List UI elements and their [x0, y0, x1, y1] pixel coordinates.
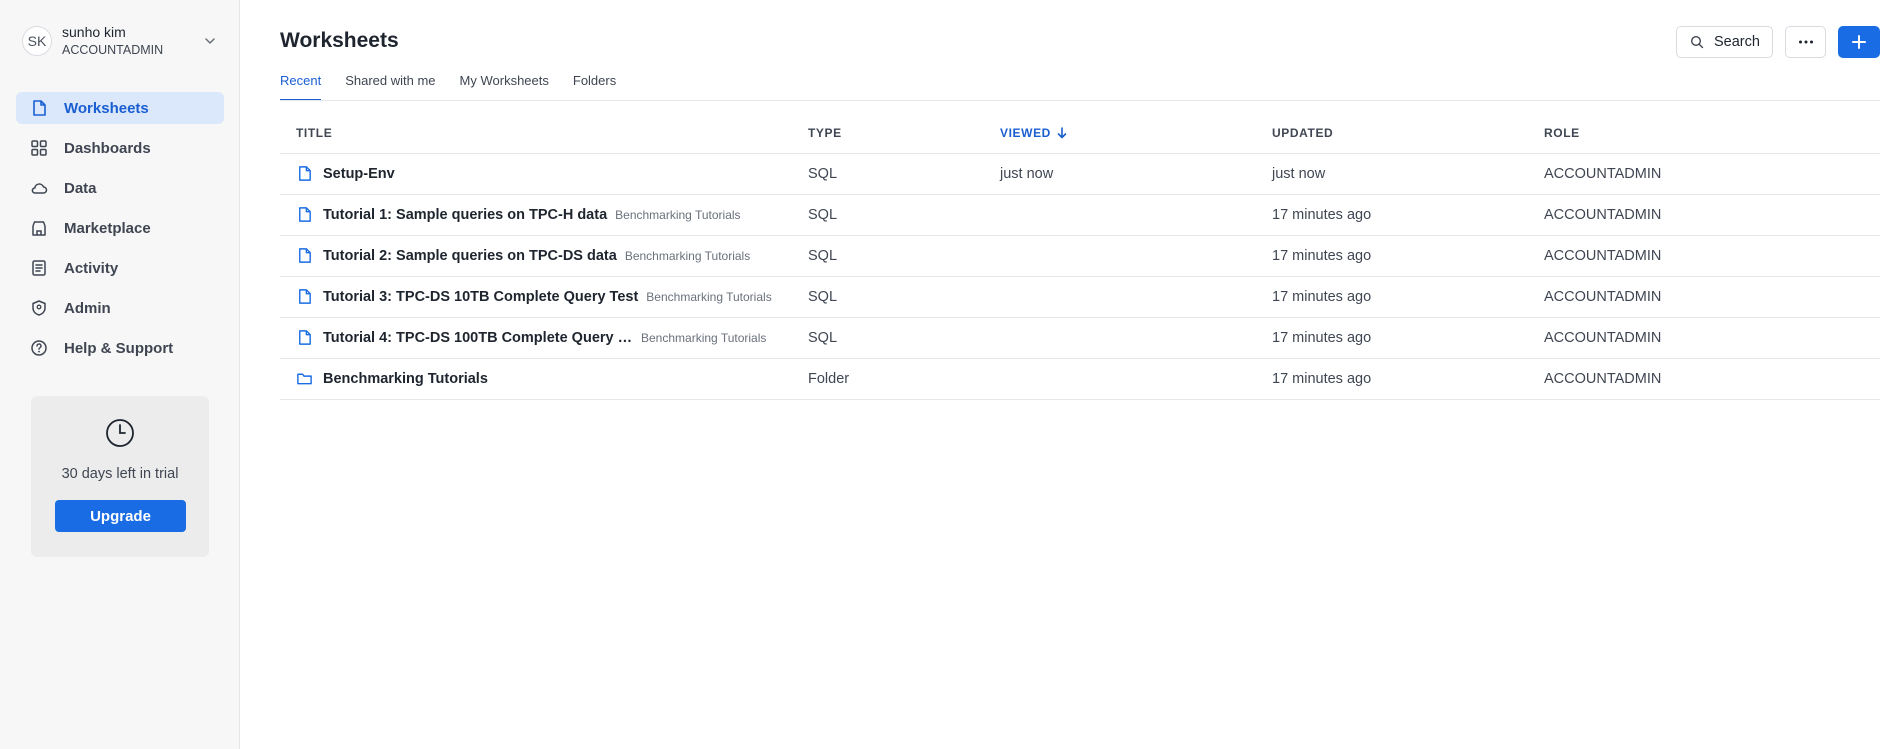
- trial-card: 30 days left in trial Upgrade: [31, 396, 209, 557]
- user-name: sunho kim: [62, 24, 126, 40]
- sidebar-item-activity[interactable]: Activity: [16, 252, 224, 284]
- row-role: ACCOUNTADMIN: [1544, 166, 1662, 182]
- table-row[interactable]: Benchmarking Tutorials Folder 17 minutes…: [280, 359, 1880, 400]
- folder-icon: [297, 373, 312, 385]
- row-folder-tag: Benchmarking Tutorials: [641, 330, 767, 345]
- row-role: ACCOUNTADMIN: [1544, 330, 1662, 346]
- row-title[interactable]: Tutorial 2: Sample queries on TPC-DS dat…: [323, 248, 617, 264]
- shield-icon: [30, 299, 48, 317]
- more-options-button[interactable]: [1785, 26, 1826, 58]
- user-menu[interactable]: SK sunho kim ACCOUNTADMIN: [22, 22, 222, 60]
- table-header: TITLE TYPE VIEWED UPDATED ROLE: [280, 112, 1880, 154]
- upgrade-button[interactable]: Upgrade: [55, 500, 186, 532]
- worksheet-tabs: Recent Shared with me My Worksheets Fold…: [280, 72, 640, 101]
- sidebar-item-help[interactable]: Help & Support: [16, 332, 224, 364]
- row-viewed: just now: [1000, 166, 1054, 182]
- row-type: Folder: [808, 371, 850, 387]
- table-row[interactable]: Tutorial 4: TPC-DS 100TB Complete Query …: [280, 318, 1880, 359]
- storefront-icon: [30, 219, 48, 237]
- row-updated: 17 minutes ago: [1272, 248, 1372, 264]
- sidebar-item-worksheets[interactable]: Worksheets: [16, 92, 224, 124]
- chevron-down-icon[interactable]: [202, 33, 218, 49]
- user-role: ACCOUNTADMIN: [62, 43, 164, 57]
- column-header-updated[interactable]: UPDATED: [1272, 126, 1333, 140]
- clock-icon: [106, 419, 134, 447]
- row-type: SQL: [808, 289, 838, 305]
- search-button[interactable]: Search: [1676, 26, 1773, 58]
- add-worksheet-button[interactable]: [1838, 26, 1880, 58]
- row-title[interactable]: Tutorial 4: TPC-DS 100TB Complete Query …: [323, 330, 633, 346]
- worksheet-icon: [299, 330, 311, 345]
- search-icon: [1690, 35, 1704, 49]
- sidebar-item-label: Dashboards: [64, 139, 151, 157]
- tab-recent[interactable]: Recent: [280, 72, 322, 101]
- sidebar-item-marketplace[interactable]: Marketplace: [16, 212, 224, 244]
- cloud-icon: [30, 179, 48, 197]
- row-role: ACCOUNTADMIN: [1544, 248, 1662, 264]
- column-header-title[interactable]: TITLE: [296, 126, 332, 140]
- worksheet-icon: [30, 99, 48, 117]
- sidebar-item-data[interactable]: Data: [16, 172, 224, 204]
- column-header-role[interactable]: ROLE: [1544, 126, 1580, 140]
- sidebar-item-label: Data: [64, 179, 97, 197]
- column-header-viewed[interactable]: VIEWED: [1000, 126, 1067, 140]
- worksheet-icon: [299, 248, 311, 263]
- column-header-type[interactable]: TYPE: [808, 126, 842, 140]
- row-folder-tag: Benchmarking Tutorials: [615, 207, 741, 222]
- row-title[interactable]: Benchmarking Tutorials: [323, 371, 488, 387]
- row-role: ACCOUNTADMIN: [1544, 207, 1662, 223]
- help-circle-icon: [30, 339, 48, 357]
- sort-descending-icon: [1057, 127, 1067, 139]
- row-updated: 17 minutes ago: [1272, 289, 1372, 305]
- worksheet-icon: [299, 207, 311, 222]
- search-button-label: Search: [1714, 34, 1760, 50]
- activity-list-icon: [30, 259, 48, 277]
- sidebar-item-label: Help & Support: [64, 339, 174, 357]
- sidebar-item-dashboards[interactable]: Dashboards: [16, 132, 224, 164]
- sidebar-item-label: Marketplace: [64, 219, 151, 237]
- row-type: SQL: [808, 166, 838, 182]
- trial-text: 30 days left in trial: [61, 466, 179, 482]
- row-updated: 17 minutes ago: [1272, 371, 1372, 387]
- table-row[interactable]: Tutorial 2: Sample queries on TPC-DS dat…: [280, 236, 1880, 277]
- row-folder-tag: Benchmarking Tutorials: [624, 248, 751, 263]
- page-title: Worksheets: [280, 29, 399, 52]
- dashboard-grid-icon: [30, 139, 48, 157]
- row-title[interactable]: Tutorial 1: Sample queries on TPC-H data: [323, 207, 607, 223]
- sidebar-nav: Worksheets Dashboards Data Marketplace A…: [16, 92, 224, 372]
- row-title[interactable]: Setup-Env: [323, 166, 395, 182]
- avatar: SK: [22, 26, 52, 56]
- row-type: SQL: [808, 330, 838, 346]
- row-folder-tag: Benchmarking Tutorials: [646, 289, 772, 304]
- table-row[interactable]: Tutorial 3: TPC-DS 10TB Complete Query T…: [280, 277, 1880, 318]
- sidebar-item-label: Admin: [64, 299, 111, 317]
- tab-divider: [280, 100, 1880, 101]
- worksheet-icon: [299, 289, 311, 304]
- sidebar-item-label: Worksheets: [64, 99, 149, 117]
- ellipsis-icon: [1798, 40, 1813, 44]
- row-type: SQL: [808, 248, 838, 264]
- tab-shared-with-me[interactable]: Shared with me: [345, 72, 435, 101]
- column-header-viewed-label: VIEWED: [1000, 126, 1051, 140]
- sidebar: SK sunho kim ACCOUNTADMIN Worksheets Das…: [0, 0, 240, 749]
- plus-icon: [1852, 35, 1866, 49]
- row-type: SQL: [808, 207, 838, 223]
- sidebar-item-label: Activity: [64, 259, 119, 277]
- row-title[interactable]: Tutorial 3: TPC-DS 10TB Complete Query T…: [323, 289, 638, 305]
- table-row[interactable]: Tutorial 1: Sample queries on TPC-H data…: [280, 195, 1880, 236]
- row-updated: 17 minutes ago: [1272, 207, 1372, 223]
- row-updated: 17 minutes ago: [1272, 330, 1372, 346]
- tab-folders[interactable]: Folders: [573, 72, 616, 101]
- sidebar-item-admin[interactable]: Admin: [16, 292, 224, 324]
- worksheet-icon: [299, 166, 311, 181]
- row-role: ACCOUNTADMIN: [1544, 371, 1662, 387]
- worksheets-table: TITLE TYPE VIEWED UPDATED ROLE Setup-Env…: [280, 112, 1880, 400]
- row-updated: just now: [1272, 166, 1326, 182]
- table-row[interactable]: Setup-Env SQL just now just now ACCOUNTA…: [280, 154, 1880, 195]
- row-role: ACCOUNTADMIN: [1544, 289, 1662, 305]
- tab-my-worksheets[interactable]: My Worksheets: [460, 72, 549, 101]
